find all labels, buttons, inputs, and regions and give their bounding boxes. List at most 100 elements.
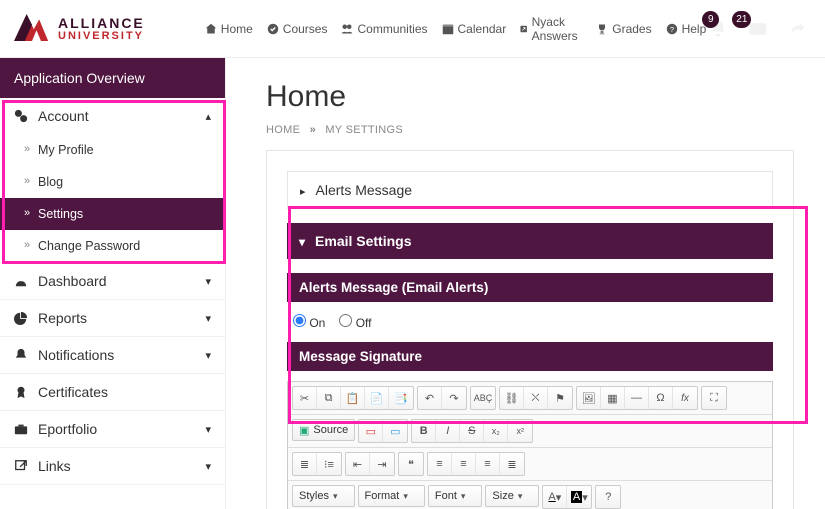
nav-help[interactable]: ?Help [666,15,707,43]
textcolor-icon[interactable]: A▾ [543,486,567,508]
nav-grades[interactable]: Grades [596,15,651,43]
chevron-up-icon: ▴ [205,110,211,123]
chevron-down-icon: ▾ [205,349,211,362]
external-link-icon [14,459,28,473]
radio-on[interactable]: On [293,314,325,330]
sidebar-certificates[interactable]: Certificates [0,374,225,410]
email-alerts-radio-row: On Off [287,312,773,342]
notification-area[interactable]: 9 21 [706,19,810,39]
calendar-icon [442,23,454,35]
bold-icon[interactable]: B [412,420,436,442]
align-center-icon[interactable]: ≡ [452,453,476,475]
link-icon[interactable]: ⛓ [500,387,524,409]
size-select[interactable]: Size [485,485,539,507]
rte-row-2: ▣Source ▭▭ BISx₂x² [288,415,772,448]
ol-icon[interactable]: ≣ [293,453,317,475]
svg-text:?: ? [670,25,674,34]
sidebar-item-settings[interactable]: Settings [0,198,225,230]
brand-text: ALLIANCE UNIVERSITY [58,16,145,42]
spellcheck-icon[interactable]: ABÇ [471,387,495,409]
breadcrumb: HOME » MY SETTINGS [266,124,825,136]
external-icon [520,23,527,35]
source-button[interactable]: ▣Source [292,419,355,441]
help-button[interactable]: ? [596,486,620,508]
ul-icon[interactable]: ⁝≡ [317,453,341,475]
align-right-icon[interactable]: ≡ [476,453,500,475]
copy-icon[interactable]: ⧉ [317,387,341,409]
nav-nyack[interactable]: Nyack Answers [520,15,582,43]
rte-row-1: ✂⧉📋📄📑 ↶↷ ABÇ ⛓⛌⚑ 🖼▦―Ωfx ⛶ [288,382,772,415]
outdent-icon[interactable]: ⇤ [346,453,370,475]
sidebar-notifications[interactable]: Notifications▾ [0,337,225,373]
trophy-icon [596,23,608,35]
nav-calendar[interactable]: Calendar [442,15,507,43]
preview-icon[interactable]: ▭ [383,420,407,442]
radio-off[interactable]: Off [339,314,371,330]
font-select[interactable]: Font [428,485,483,507]
nav-courses[interactable]: Courses [267,15,328,43]
sidebar-dashboard[interactable]: Dashboard▾ [0,263,225,299]
styles-select[interactable]: Styles [292,485,355,507]
redo-icon[interactable]: ↷ [442,387,466,409]
format-select[interactable]: Format [358,485,425,507]
chevron-down-icon: ▾ [205,423,211,436]
gears-icon [14,109,28,123]
italic-icon[interactable]: I [436,420,460,442]
chevron-down-icon: ▾ [205,312,211,325]
anchor-icon[interactable]: ⚑ [548,387,572,409]
strike-icon[interactable]: S [460,420,484,442]
nav-communities[interactable]: Communities [341,15,427,43]
panel-email-settings[interactable]: Email Settings [287,223,773,259]
sub-icon[interactable]: x₂ [484,420,508,442]
quote-icon[interactable]: ❝ [399,453,423,475]
brand-logo[interactable]: ALLIANCE UNIVERSITY [14,14,145,44]
sidebar-item-my-profile[interactable]: My Profile [0,134,225,166]
chevron-down-icon: ▾ [205,275,211,288]
top-right: 9 21 E▸ [706,14,825,44]
cut-icon[interactable]: ✂ [293,387,317,409]
align-justify-icon[interactable]: ≣ [500,453,524,475]
sidebar-item-blog[interactable]: Blog [0,166,225,198]
chevron-down-icon: ▾ [205,460,211,473]
sidebar-account-section: Account ▴ My Profile Blog Settings Chang… [0,98,225,263]
rte-row-4: Styles Format Font Size A▾A▾ ? [288,481,772,509]
page-title: Home [266,80,825,114]
omega-icon[interactable]: Ω [649,387,673,409]
panel-alerts-message[interactable]: Alerts Message [287,171,773,209]
paste-text-icon[interactable]: 📄 [365,387,389,409]
logo-mark-icon [14,14,50,44]
sub-message-signature: Message Signature [287,342,773,371]
indent-icon[interactable]: ⇥ [370,453,394,475]
users-icon [341,23,353,35]
sidebar-reports[interactable]: Reports▾ [0,300,225,336]
briefcase-icon [14,422,28,436]
newpage-icon[interactable]: ▭ [359,420,383,442]
bell-icon [14,348,28,362]
undo-icon[interactable]: ↶ [418,387,442,409]
sub-email-alerts: Alerts Message (Email Alerts) [287,273,773,302]
sidebar-title: Application Overview [0,58,225,98]
paste-word-icon[interactable]: 📑 [389,387,413,409]
hr-icon[interactable]: ― [625,387,649,409]
nav-home[interactable]: Home [205,15,253,43]
table-icon[interactable]: ▦ [601,387,625,409]
sidebar-eportfolio[interactable]: Eportfolio▾ [0,411,225,447]
sidebar-account-head[interactable]: Account ▴ [0,98,225,134]
rte-row-3: ≣⁝≡ ⇤⇥ ❝ ≡≡≡≣ [288,448,772,481]
home-icon [205,23,217,35]
pie-icon [14,311,28,325]
align-left-icon[interactable]: ≡ [428,453,452,475]
sidebar-item-change-password[interactable]: Change Password [0,230,225,262]
bgcolor-icon[interactable]: A▾ [567,486,591,508]
sidebar: Application Overview Account ▴ My Profil… [0,58,226,509]
sup-icon[interactable]: x² [508,420,532,442]
settings-card: Alerts Message Email Settings Alerts Mes… [266,150,794,509]
paste-icon[interactable]: 📋 [341,387,365,409]
mail-count: 21 [732,11,751,28]
fx-icon[interactable]: fx [673,387,697,409]
unlink-icon[interactable]: ⛌ [524,387,548,409]
sidebar-links[interactable]: Links▾ [0,448,225,484]
image-icon[interactable]: 🖼 [577,387,601,409]
maximize-icon[interactable]: ⛶ [702,387,726,409]
crumb-home[interactable]: HOME [266,124,300,136]
